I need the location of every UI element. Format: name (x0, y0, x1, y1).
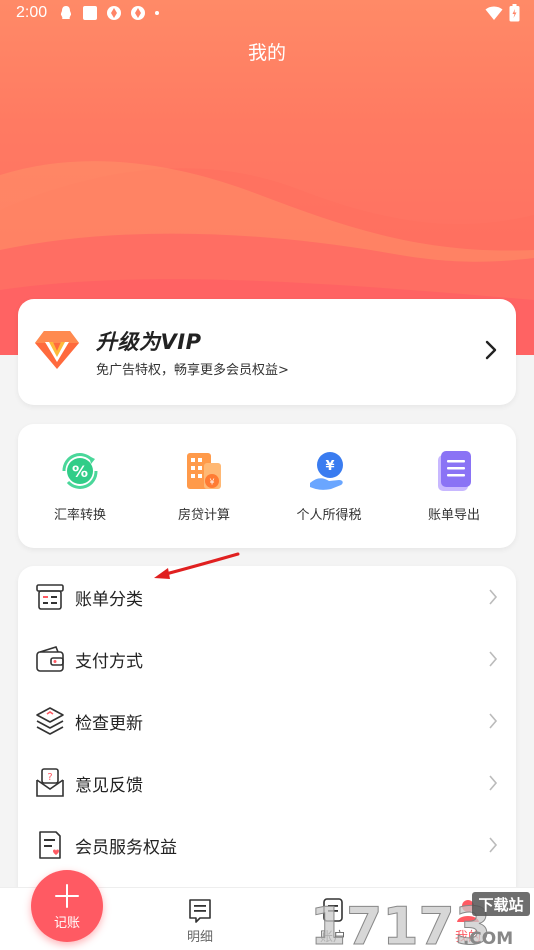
tab-label: 账户 (319, 930, 346, 945)
account-icon (319, 896, 347, 924)
chevron-right-icon (488, 774, 498, 792)
add-record-label: 记账 (53, 916, 80, 931)
tool-label: 房贷计算 (177, 508, 230, 523)
svg-text:%: % (72, 462, 88, 481)
vip-diamond-icon (34, 329, 80, 371)
menu-item-check-update[interactable]: 检查更新 (18, 690, 516, 752)
income-tax-icon: ¥ (307, 449, 351, 493)
vip-subtitle: 免广告特权，畅享更多会员权益> (96, 363, 289, 378)
menu-item-payment-method[interactable]: 支付方式 (18, 628, 516, 690)
menu-label: 检查更新 (75, 714, 143, 734)
layers-icon (34, 705, 66, 737)
exchange-rate-icon: % (58, 449, 102, 493)
tab-account[interactable]: 账户 (283, 888, 383, 950)
notification-icons (58, 5, 160, 21)
tool-mortgage[interactable]: ¥ 房贷计算 (142, 424, 266, 548)
detail-list-icon (186, 896, 214, 924)
status-bar: 2:00 (0, 0, 534, 28)
profile-icon (454, 896, 482, 924)
svg-text:¥: ¥ (209, 478, 214, 487)
plus-icon (53, 882, 81, 910)
tab-label: 明细 (186, 930, 213, 945)
member-document-icon (34, 829, 66, 861)
bill-category-icon (34, 581, 66, 613)
svg-text:?: ? (47, 772, 52, 783)
qq-icon (58, 5, 74, 21)
tab-detail[interactable]: 明细 (150, 888, 250, 950)
menu-label: 账单分类 (75, 590, 143, 610)
add-record-button[interactable]: 记账 (31, 870, 103, 942)
page-title: 我的 (247, 42, 286, 64)
tool-bill-export[interactable]: 账单导出 (392, 424, 516, 548)
wifi-icon (485, 5, 503, 25)
bill-export-icon (432, 449, 476, 493)
battery-icon (509, 4, 520, 26)
chevron-right-icon (488, 588, 498, 606)
status-time: 2:00 (16, 4, 48, 21)
settings-menu: 账单分类 支付方式 检查更新 ? 意见反馈 会员服务权益 (18, 566, 516, 896)
tab-label: 我的 (454, 930, 481, 945)
menu-label: 支付方式 (75, 652, 143, 672)
menu-item-bill-category[interactable]: 账单分类 (18, 566, 516, 628)
svg-text:¥: ¥ (325, 459, 334, 474)
tool-exchange-rate[interactable]: % 汇率转换 (18, 424, 142, 548)
menu-item-feedback[interactable]: ? 意见反馈 (18, 752, 516, 814)
menu-item-member-benefits[interactable]: 会员服务权益 (18, 814, 516, 876)
sync-icon-2 (130, 5, 146, 21)
vip-title: 升级为VIP (96, 330, 202, 354)
chevron-right-icon (488, 836, 498, 854)
menu-label: 意见反馈 (75, 776, 143, 796)
tools-card: % 汇率转换 ¥ 房贷计算 ¥ 个人所得税 账单导出 (18, 424, 516, 548)
feedback-envelope-icon: ? (34, 767, 66, 799)
status-right-icons (485, 4, 520, 26)
chevron-right-icon (488, 712, 498, 730)
sync-icon (106, 5, 122, 21)
vip-upgrade-card[interactable]: 升级为VIP 免广告特权，畅享更多会员权益> (18, 299, 516, 405)
tab-profile[interactable]: 我的 (418, 888, 518, 950)
mortgage-calculator-icon: ¥ (182, 449, 226, 493)
tool-label: 账单导出 (427, 508, 480, 523)
tool-label: 汇率转换 (53, 508, 106, 523)
chevron-right-icon (488, 650, 498, 668)
dot-icon (154, 5, 160, 21)
menu-label: 会员服务权益 (75, 838, 177, 858)
chevron-right-icon (484, 339, 498, 361)
tool-label: 个人所得税 (296, 508, 362, 523)
wallet-icon (34, 643, 66, 675)
app-square-icon (82, 5, 98, 21)
tool-income-tax[interactable]: ¥ 个人所得税 (267, 424, 391, 548)
